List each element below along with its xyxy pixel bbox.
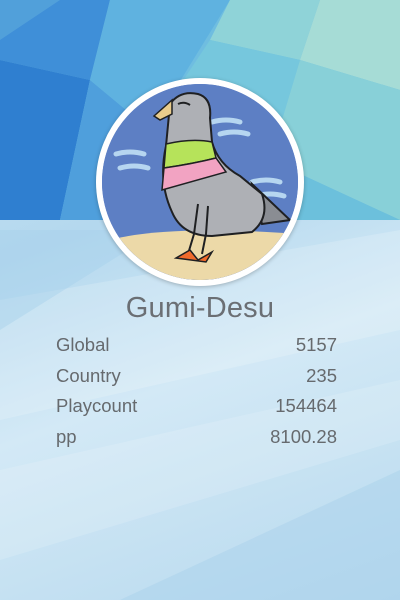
stat-label-global: Global bbox=[56, 334, 110, 356]
stat-row-country: Country 235 bbox=[56, 361, 337, 392]
stat-row-pp: pp 8100.28 bbox=[56, 422, 337, 453]
stat-value-country: 235 bbox=[306, 364, 337, 386]
pigeon-avatar-icon bbox=[102, 84, 298, 280]
avatar[interactable] bbox=[96, 78, 304, 286]
stat-row-playcount: Playcount 154464 bbox=[56, 391, 337, 422]
username: Gumi-Desu bbox=[125, 292, 275, 324]
stat-label-pp: pp bbox=[56, 425, 77, 447]
stat-value-global: 5157 bbox=[295, 334, 337, 356]
stats-list: Global 5157 Country 235 Playcount 154464… bbox=[56, 330, 337, 452]
stat-value-playcount: 154464 bbox=[275, 395, 337, 417]
profile-card: Gumi-Desu Global 5157 Country 235 Playco… bbox=[0, 0, 400, 600]
stat-label-country: Country bbox=[56, 364, 121, 386]
stat-label-playcount: Playcount bbox=[56, 395, 138, 417]
stat-row-global: Global 5157 bbox=[56, 330, 337, 361]
stat-value-pp: 8100.28 bbox=[270, 425, 337, 447]
